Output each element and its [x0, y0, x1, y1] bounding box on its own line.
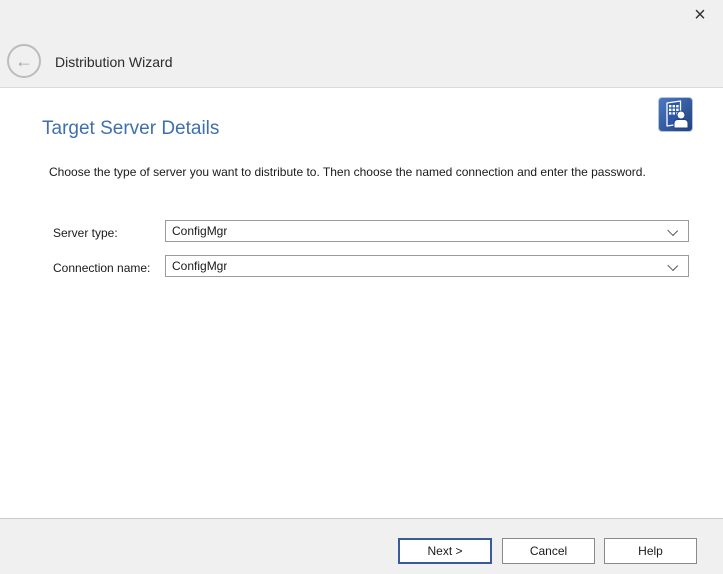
page-description: Choose the type of server you want to di… — [49, 165, 679, 180]
wizard-header: × ← Distribution Wizard — [0, 0, 723, 88]
next-button[interactable]: Next > — [398, 538, 492, 564]
cancel-button[interactable]: Cancel — [502, 538, 595, 564]
connection-name-dropdown[interactable]: ConfigMgr — [165, 255, 689, 277]
distribution-site-icon — [658, 97, 693, 132]
close-icon[interactable]: × — [687, 2, 713, 28]
chevron-down-icon — [667, 260, 678, 271]
chevron-down-icon — [667, 225, 678, 236]
distribution-wizard-window: × ← Distribution Wizard Target Server De… — [0, 0, 723, 574]
back-button[interactable]: ← — [7, 44, 41, 78]
server-type-dropdown[interactable]: ConfigMgr — [165, 220, 689, 242]
wizard-title: Distribution Wizard — [55, 54, 172, 70]
connection-name-value: ConfigMgr — [172, 259, 227, 273]
server-type-label: Server type: — [53, 226, 118, 240]
connection-name-label: Connection name: — [53, 261, 150, 275]
page-title: Target Server Details — [42, 118, 219, 140]
back-arrow-icon: ← — [15, 52, 33, 70]
server-type-value: ConfigMgr — [172, 224, 227, 238]
help-button[interactable]: Help — [604, 538, 697, 564]
